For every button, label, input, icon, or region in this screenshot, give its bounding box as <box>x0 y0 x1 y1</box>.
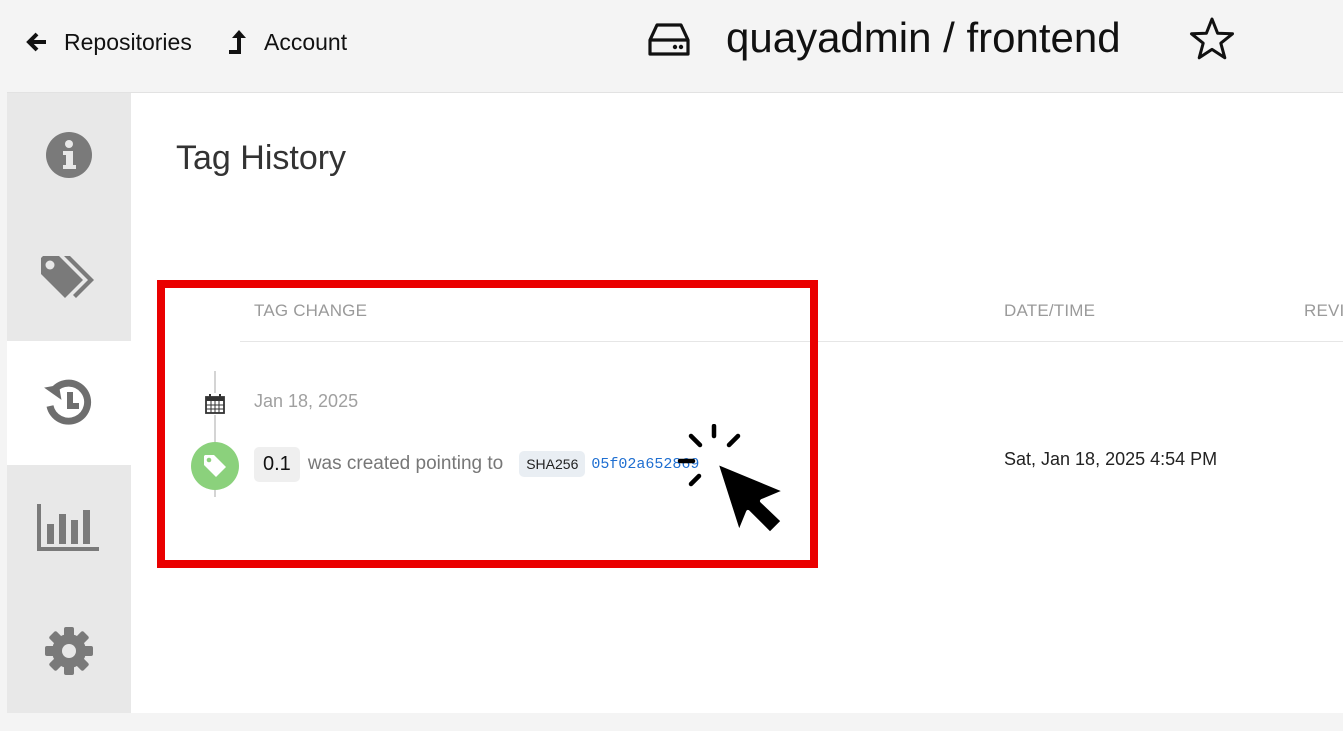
tag-icon <box>204 455 226 477</box>
date-group-label: Jan 18, 2025 <box>254 391 359 411</box>
header-divider <box>240 341 1343 342</box>
arrow-up-corner-icon <box>226 28 248 56</box>
top-bar: Repositories Account quayadmin / fronten… <box>0 0 1343 92</box>
account-link[interactable]: Account <box>226 26 347 58</box>
tag-name-chip[interactable]: 0.1 <box>254 446 300 482</box>
history-icon <box>44 379 92 425</box>
bottom-strip <box>0 713 1343 731</box>
back-to-repositories-link[interactable]: Repositories <box>26 26 192 58</box>
star-outline-icon[interactable] <box>1189 16 1235 62</box>
sidebar-item-usage-logs[interactable] <box>7 465 131 589</box>
column-header-tag-change: TAG CHANGE <box>254 301 368 320</box>
sidebar-item-tags[interactable] <box>7 217 131 341</box>
tag-history-content: Tag History TAG CHANGE DATE/TIME REVI Ja… <box>131 93 1343 713</box>
entry-datetime: Sat, Jan 18, 2025 4:54 PM <box>1004 449 1218 469</box>
sidebar-item-information[interactable] <box>7 93 131 217</box>
column-header-revert: REVI <box>1304 301 1343 320</box>
tags-icon <box>41 256 94 298</box>
manifest-digest-link[interactable]: 05f02a652869 <box>591 456 699 473</box>
info-circle-icon <box>46 132 92 178</box>
bar-chart-icon <box>37 504 99 551</box>
hard-drive-icon <box>648 23 690 56</box>
tag-history-entry: 0.1 was created pointing to SHA256 05f02… <box>254 445 699 483</box>
arrow-left-icon <box>26 31 48 53</box>
gear-icon <box>45 627 93 675</box>
account-link-label: Account <box>264 28 348 55</box>
digest-type-chip: SHA256 <box>519 451 586 477</box>
back-link-label: Repositories <box>64 28 192 55</box>
repository-title: quayadmin / frontend <box>726 14 1121 61</box>
repository-sidebar <box>7 93 131 713</box>
sidebar-item-tag-history[interactable] <box>7 341 131 465</box>
entry-action-text: was created pointing to <box>307 453 504 474</box>
column-header-datetime: DATE/TIME <box>1004 301 1096 320</box>
tag-created-marker <box>191 442 239 490</box>
sidebar-item-settings[interactable] <box>7 589 131 713</box>
page-title: Tag History <box>176 139 347 177</box>
repository-panel: Tag History TAG CHANGE DATE/TIME REVI Ja… <box>7 92 1343 713</box>
calendar-icon <box>204 393 226 415</box>
